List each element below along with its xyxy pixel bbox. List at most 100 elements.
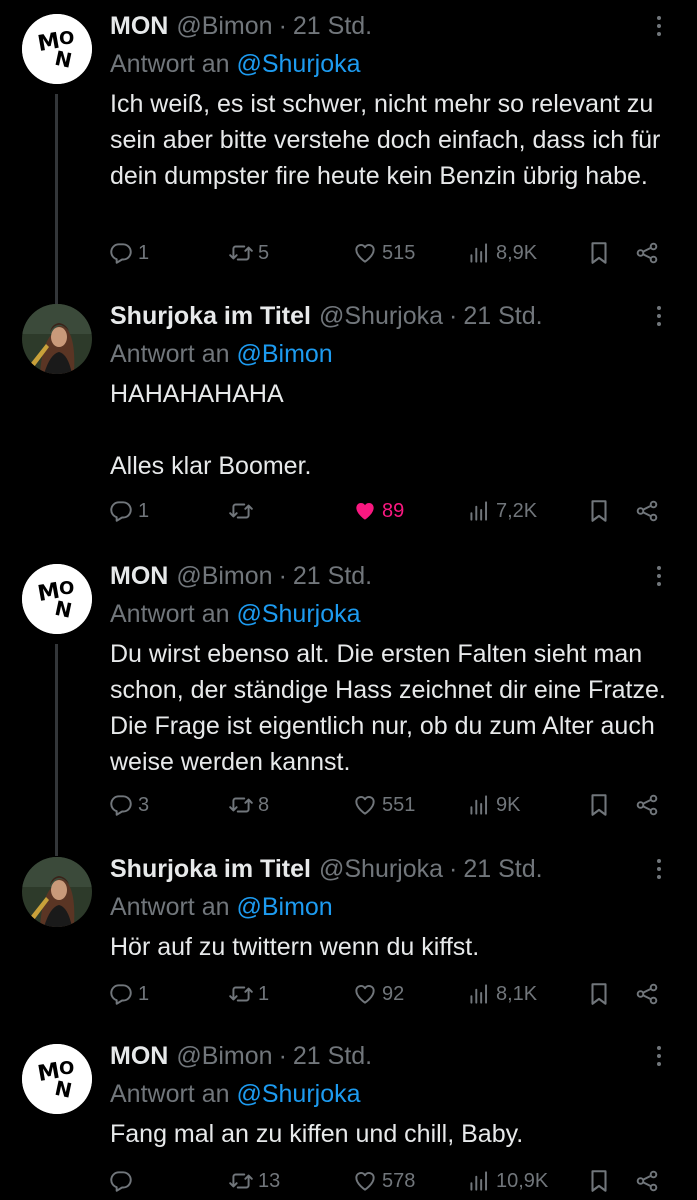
author-handle[interactable]: @Shurjoka	[319, 302, 443, 331]
bookmark-button[interactable]	[586, 494, 616, 528]
reply-icon	[108, 498, 134, 524]
more-icon[interactable]	[649, 12, 669, 42]
views-count: 9K	[496, 793, 521, 816]
more-icon[interactable]	[649, 302, 669, 332]
reply-context: Antwort an @Shurjoka	[110, 1080, 361, 1109]
reply-count: 1	[138, 499, 150, 522]
reply-label: Antwort an	[110, 340, 230, 368]
like-button[interactable]: 551	[352, 788, 415, 822]
views-count: 8,9K	[496, 241, 538, 264]
bookmark-icon	[586, 498, 612, 524]
retweet-button[interactable]: 5	[228, 236, 269, 270]
retweet-button[interactable]: 1	[228, 977, 269, 1011]
bookmark-button[interactable]	[586, 977, 616, 1011]
reply-context: Antwort an @Bimon	[110, 340, 333, 369]
reply-to-link[interactable]: @Shurjoka	[236, 600, 360, 628]
avatar[interactable]	[22, 304, 92, 374]
timestamp[interactable]: 21 Std.	[293, 1042, 372, 1071]
timestamp[interactable]: 21 Std.	[293, 562, 372, 591]
views-button[interactable]: 7,2K	[466, 494, 537, 528]
separator: ·	[278, 11, 287, 40]
reply-to-link[interactable]: @Bimon	[236, 340, 332, 368]
share-button[interactable]	[634, 1164, 664, 1198]
tweet-text: Du wirst ebenso alt. Die ersten Falten s…	[110, 640, 673, 776]
views-button[interactable]: 10,9K	[466, 1164, 548, 1198]
views-icon	[466, 1168, 492, 1194]
tweet-header: Shurjoka im Titel @Shurjoka · 21 Std.	[110, 298, 543, 334]
views-count: 8,1K	[496, 982, 538, 1005]
retweet-button[interactable]	[228, 494, 258, 528]
like-icon	[352, 981, 378, 1007]
avatar[interactable]	[22, 857, 92, 927]
author-handle[interactable]: @Bimon	[176, 12, 272, 41]
timestamp[interactable]: 21 Std.	[463, 855, 542, 884]
bookmark-icon	[586, 240, 612, 266]
views-count: 10,9K	[496, 1169, 549, 1192]
bookmark-button[interactable]	[586, 236, 616, 270]
reply-to-link[interactable]: @Shurjoka	[236, 1080, 360, 1108]
retweet-count: 1	[258, 982, 270, 1005]
reply-label: Antwort an	[110, 600, 230, 628]
like-button[interactable]: 578	[352, 1164, 415, 1198]
like-button[interactable]: 515	[352, 236, 415, 270]
author-handle[interactable]: @Shurjoka	[319, 855, 443, 884]
more-icon[interactable]	[649, 562, 669, 592]
reply-count: 3	[138, 793, 150, 816]
avatar[interactable]	[22, 14, 92, 84]
like-count: 578	[382, 1169, 416, 1192]
reply-icon	[108, 792, 134, 818]
action-bar: 1 89 7,2K	[108, 494, 668, 528]
views-button[interactable]: 8,9K	[466, 236, 537, 270]
retweet-count: 13	[258, 1169, 281, 1192]
timestamp[interactable]: 21 Std.	[293, 12, 372, 41]
bookmark-icon	[586, 1168, 612, 1194]
views-icon	[466, 981, 492, 1007]
reply-button[interactable]: 1	[108, 977, 149, 1011]
author-name[interactable]: MON	[110, 12, 168, 41]
reply-icon	[108, 1168, 134, 1194]
views-icon	[466, 792, 492, 818]
more-icon[interactable]	[649, 1042, 669, 1072]
author-handle[interactable]: @Bimon	[176, 562, 272, 591]
share-button[interactable]	[634, 494, 664, 528]
retweet-icon	[228, 240, 254, 266]
share-button[interactable]	[634, 236, 664, 270]
author-name[interactable]: Shurjoka im Titel	[110, 302, 311, 331]
author-name[interactable]: MON	[110, 1042, 168, 1071]
share-icon	[634, 981, 660, 1007]
bookmark-button[interactable]	[586, 1164, 616, 1198]
share-icon	[634, 240, 660, 266]
reply-to-link[interactable]: @Shurjoka	[236, 50, 360, 78]
views-count: 7,2K	[496, 499, 538, 522]
share-button[interactable]	[634, 788, 664, 822]
timestamp[interactable]: 21 Std.	[463, 302, 542, 331]
bookmark-icon	[586, 792, 612, 818]
retweet-button[interactable]: 8	[228, 788, 269, 822]
bookmark-button[interactable]	[586, 788, 616, 822]
action-bar: 13 578 10,9K	[108, 1164, 668, 1198]
reply-context: Antwort an @Shurjoka	[110, 600, 361, 629]
share-button[interactable]	[634, 977, 664, 1011]
more-icon[interactable]	[649, 855, 669, 885]
reply-to-link[interactable]: @Bimon	[236, 893, 332, 921]
reply-button[interactable]: 1	[108, 494, 149, 528]
reply-button[interactable]: 1	[108, 236, 149, 270]
reply-context: Antwort an @Shurjoka	[110, 50, 361, 79]
like-button[interactable]: 89	[352, 494, 404, 528]
reply-icon	[108, 240, 134, 266]
views-button[interactable]: 8,1K	[466, 977, 537, 1011]
tweet-header: MON @Bimon · 21 Std.	[110, 558, 372, 594]
action-bar: 1 1 92 8,1K	[108, 977, 668, 1011]
author-name[interactable]: MON	[110, 562, 168, 591]
separator: ·	[278, 561, 287, 590]
avatar[interactable]	[22, 1044, 92, 1114]
avatar[interactable]	[22, 564, 92, 634]
reply-button[interactable]	[108, 1164, 138, 1198]
like-button[interactable]: 92	[352, 977, 404, 1011]
author-name[interactable]: Shurjoka im Titel	[110, 855, 311, 884]
views-button[interactable]: 9K	[466, 788, 520, 822]
author-handle[interactable]: @Bimon	[176, 1042, 272, 1071]
reply-button[interactable]: 3	[108, 788, 149, 822]
separator: ·	[449, 301, 458, 330]
retweet-button[interactable]: 13	[228, 1164, 280, 1198]
